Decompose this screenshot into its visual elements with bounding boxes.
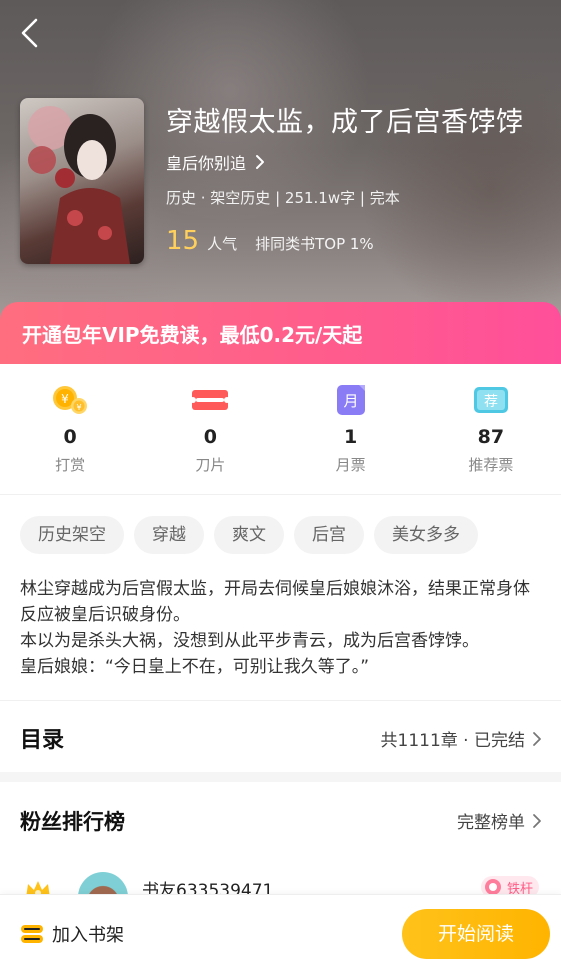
- tag-chip[interactable]: 历史架空: [20, 516, 124, 554]
- fans-ranking: 粉丝排行榜 完整榜单 书友633539471 铁杆: [0, 782, 561, 922]
- back-button[interactable]: [14, 16, 48, 50]
- recommend-ticket-icon: 荐: [471, 382, 511, 418]
- add-to-shelf-button[interactable]: 加入书架: [20, 921, 124, 947]
- stat-monthly-ticket[interactable]: 月 1 月票: [281, 364, 421, 494]
- chevron-right-icon: [533, 731, 541, 746]
- svg-text:¥: ¥: [77, 403, 82, 412]
- rank-text: 排同类书TOP 1%: [255, 235, 374, 253]
- cover-illustration: [28, 106, 130, 264]
- chevron-right-icon: [533, 813, 541, 828]
- chevron-right-icon: [256, 155, 265, 169]
- synopsis-line: 林尘穿越成为后宫假太监，开局去伺候皇后娘娘沐浴，结果正常身体反应被皇后识破身份。: [20, 579, 530, 625]
- recommend-ticket-glyph: 荐: [484, 394, 498, 410]
- stat-recommend-ticket[interactable]: 荐 87 推荐票: [421, 364, 561, 494]
- coin-icon: ¥ ¥: [50, 382, 90, 418]
- popularity-value: 15: [166, 226, 200, 256]
- book-synopsis: 林尘穿越成为后宫假太监，开局去伺候皇后娘娘沐浴，结果正常身体反应被皇后识破身份。…: [20, 576, 545, 680]
- stat-value: 1: [344, 426, 358, 448]
- divider: [0, 494, 561, 495]
- vip-banner-text: 开通包年VIP免费读，最低0.2元/天起: [22, 323, 363, 347]
- author-link[interactable]: 皇后你别追: [166, 150, 266, 174]
- tag-list: 历史架空 穿越 爽文 后宫 美女多多: [20, 516, 478, 554]
- full-ranking-link[interactable]: 完整榜单: [457, 808, 543, 833]
- stat-label: 刀片: [195, 456, 226, 474]
- bookshelf-icon: [21, 925, 43, 943]
- tag-chip[interactable]: 穿越: [134, 516, 204, 554]
- toc-info: 共1111章 · 已完结: [381, 726, 543, 751]
- stat-label: 推荐票: [468, 456, 514, 474]
- book-meta: 历史 · 架空历史 | 251.1w字 | 完本: [166, 189, 400, 207]
- book-header: 穿越假太监，成了后宫香饽饽 皇后你别追 历史 · 架空历史 | 251.1w字 …: [0, 0, 561, 330]
- start-reading-button[interactable]: 开始阅读: [402, 909, 550, 959]
- monthly-ticket-icon: 月: [331, 382, 371, 418]
- monthly-ticket-glyph: 月: [343, 392, 358, 410]
- tag-chip[interactable]: 美女多多: [374, 516, 478, 554]
- vip-banner[interactable]: 开通包年VIP免费读，最低0.2元/天起: [0, 302, 561, 364]
- tag-chip[interactable]: 后宫: [294, 516, 364, 554]
- section-gap: [0, 772, 561, 782]
- book-cover[interactable]: [20, 98, 144, 264]
- blade-icon: [190, 382, 231, 418]
- popularity-label: 人气: [207, 235, 238, 253]
- divider: [0, 700, 561, 701]
- stat-value: 0: [63, 426, 77, 448]
- author-name: 皇后你别追: [166, 154, 247, 173]
- full-ranking-label: 完整榜单: [457, 813, 525, 833]
- book-title: 穿越假太监，成了后宫香饽饽: [166, 107, 524, 138]
- stat-reward[interactable]: ¥ ¥ 0 打赏: [0, 364, 140, 494]
- popularity-row: 15 人气 排同类书TOP 1%: [166, 226, 374, 256]
- bottom-action-bar: 加入书架 开始阅读: [0, 894, 561, 972]
- toc-title: 目录: [20, 728, 65, 753]
- stat-value: 87: [477, 426, 505, 448]
- add-to-shelf-label: 加入书架: [52, 925, 124, 946]
- stat-value: 0: [203, 426, 217, 448]
- stat-blade[interactable]: 0 刀片: [140, 364, 280, 494]
- tag-chip[interactable]: 爽文: [214, 516, 284, 554]
- fans-title: 粉丝排行榜: [20, 810, 125, 834]
- stat-label: 打赏: [55, 456, 86, 474]
- stats-row: ¥ ¥ 0 打赏 0 刀片 月 1 月票 荐 87 推荐票: [0, 364, 561, 494]
- svg-text:¥: ¥: [61, 392, 69, 406]
- stat-label: 月票: [335, 456, 366, 474]
- table-of-contents[interactable]: 目录 共1111章 · 已完结: [0, 702, 561, 772]
- synopsis-line: 本以为是杀头大祸，没想到从此平步青云，成为后宫香饽饽。: [20, 631, 479, 651]
- chevron-left-icon: [21, 18, 38, 48]
- synopsis-line: 皇后娘娘：“今日皇上不在，可别让我久等了。”: [20, 657, 370, 677]
- chapter-count: 共1111章 · 已完结: [380, 731, 525, 751]
